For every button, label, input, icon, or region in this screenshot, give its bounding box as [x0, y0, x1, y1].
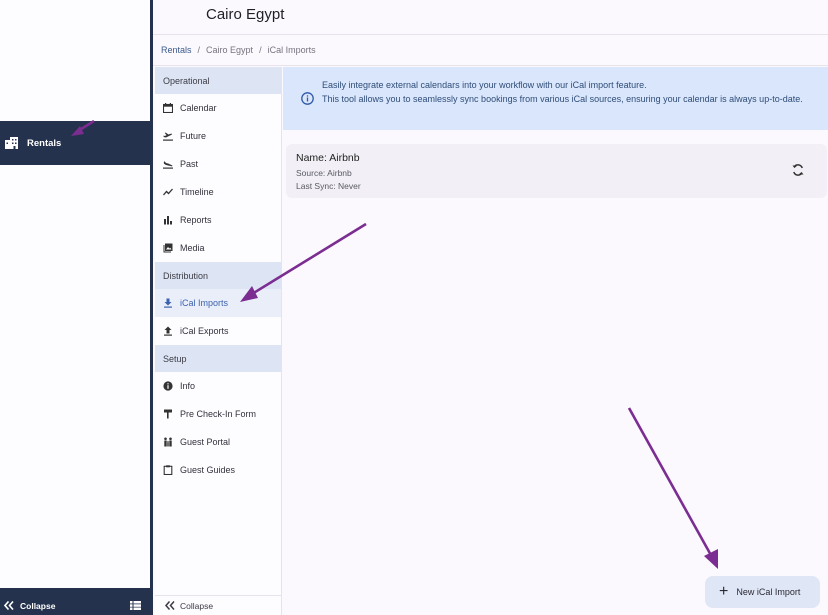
- calendar-icon: [163, 103, 173, 113]
- double-chevron-left-icon: [165, 601, 175, 610]
- sidebar-item-past[interactable]: Past: [155, 150, 281, 178]
- info-banner-line-1: Easily integrate external calendars into…: [322, 80, 647, 90]
- flight-land-icon: [163, 161, 173, 169]
- sidebar-item-label: iCal Exports: [180, 326, 229, 336]
- breadcrumb-link-rentals[interactable]: Rentals: [161, 45, 192, 55]
- sidebar-item-label: Info: [180, 381, 196, 391]
- sidebar-item-media[interactable]: Media: [155, 234, 281, 262]
- import-name: Name: Airbnb: [296, 152, 360, 164]
- sidebar-item-ical-exports[interactable]: iCal Exports: [155, 317, 281, 345]
- list-view-icon[interactable]: [130, 601, 141, 610]
- flight-takeoff-icon: [163, 132, 173, 141]
- new-ical-import-button[interactable]: + New iCal Import: [705, 576, 820, 608]
- clipboard-icon: [163, 465, 173, 475]
- app-nav: Rentals Collapse: [0, 0, 153, 615]
- breadcrumb-separator: /: [197, 45, 201, 55]
- info-outline-icon: [301, 92, 314, 105]
- new-ical-import-label: New iCal Import: [736, 587, 801, 597]
- breadcrumb: Rentals / Cairo Egypt / iCal Imports: [153, 34, 828, 66]
- sidebar-item-label: Calendar: [180, 103, 217, 113]
- sidebar-item-label: iCal Imports: [180, 298, 229, 308]
- sidebar-item-guest-guides[interactable]: Guest Guides: [155, 456, 281, 484]
- breadcrumb-separator: /: [259, 45, 262, 55]
- form-icon: [164, 409, 172, 419]
- info-banner-text: Easily integrate external calendars into…: [322, 79, 803, 106]
- sidebar-item-label: Pre Check-In Form: [180, 409, 257, 419]
- sync-icon[interactable]: [791, 163, 805, 177]
- info-banner: Easily integrate external calendars into…: [283, 67, 828, 130]
- photo-library-icon: [163, 243, 173, 253]
- sidebar-collapse-button[interactable]: Collapse: [155, 595, 282, 615]
- page-title: Cairo Egypt: [206, 6, 285, 23]
- download-icon: [164, 298, 172, 308]
- sidebar-item-label: Guest Portal: [180, 437, 231, 447]
- sidebar-item-ical-imports[interactable]: iCal Imports: [155, 289, 281, 317]
- sidebar-item-label: Reports: [180, 215, 212, 225]
- plus-icon: +: [719, 583, 729, 600]
- sidebar-item-label: Past: [180, 159, 199, 169]
- sidebar-item-label: Media: [180, 243, 205, 253]
- bar-chart-icon: [164, 216, 172, 225]
- import-last-sync: Last Sync: Never: [296, 181, 361, 191]
- nav-item-rentals-label: Rentals: [27, 137, 62, 149]
- section-header-distribution: Distribution: [155, 262, 281, 289]
- upload-icon: [164, 326, 172, 336]
- trending-icon: [163, 188, 173, 196]
- sidebar-item-info[interactable]: Info: [155, 372, 281, 400]
- sidebar-item-label: Guest Guides: [180, 465, 236, 475]
- ical-import-card[interactable]: Name: Airbnb Source: Airbnb Last Sync: N…: [286, 144, 827, 198]
- info-icon: [163, 381, 173, 391]
- sidebar-item-label: Future: [180, 131, 207, 141]
- page-header: Cairo Egypt: [153, 0, 828, 34]
- section-header-operational: Operational: [155, 67, 281, 94]
- sidebar-item-future[interactable]: Future: [155, 122, 281, 150]
- breadcrumb-current: iCal Imports: [267, 45, 316, 55]
- nav-item-rentals[interactable]: Rentals: [0, 121, 153, 165]
- sidebar-item-timeline[interactable]: Timeline: [155, 178, 281, 206]
- sidebar-item-label: Timeline: [180, 187, 214, 197]
- import-source: Source: Airbnb: [296, 168, 352, 178]
- building-icon: [5, 137, 18, 149]
- sidebar-item-reports[interactable]: Reports: [155, 206, 281, 234]
- people-icon: [164, 437, 172, 447]
- app-nav-mid-panel: [0, 165, 150, 588]
- section-header-setup: Setup: [155, 345, 281, 372]
- sidebar-collapse-label: Collapse: [180, 600, 214, 611]
- sidebar-item-pre-check-in-form[interactable]: Pre Check-In Form: [155, 400, 281, 428]
- breadcrumb-link-property[interactable]: Cairo Egypt: [206, 45, 253, 55]
- section-sidebar: Operational Calendar Future Past Timelin…: [155, 67, 282, 615]
- sidebar-item-guest-portal[interactable]: Guest Portal: [155, 428, 281, 456]
- sidebar-item-calendar[interactable]: Calendar: [155, 94, 281, 122]
- annotation-arrow: [627, 407, 718, 569]
- info-banner-line-2: This tool allows you to seamlessly sync …: [322, 93, 803, 104]
- app-nav-collapse-button[interactable]: Collapse: [0, 596, 153, 615]
- app-nav-collapse-label: Collapse: [20, 600, 56, 611]
- app-nav-top-panel: [0, 0, 150, 121]
- double-chevron-left-icon: [4, 601, 14, 610]
